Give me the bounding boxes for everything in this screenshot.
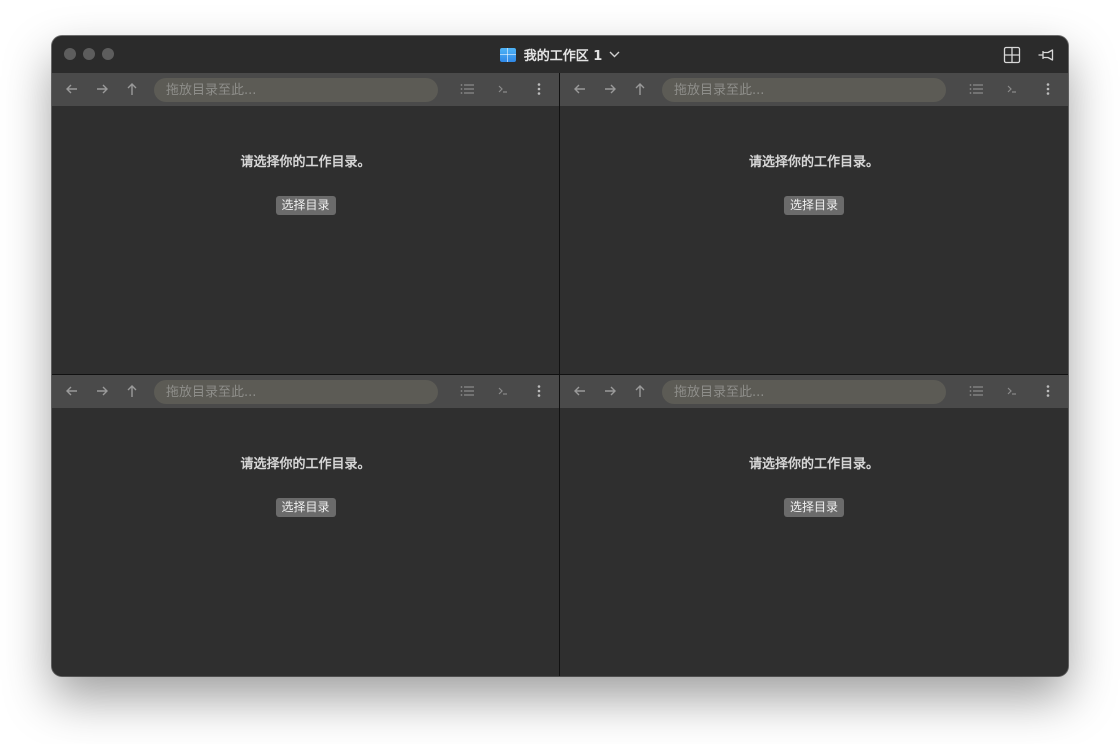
pane-tools — [459, 81, 547, 97]
layout-grid-icon[interactable] — [1002, 45, 1022, 65]
terminal-icon[interactable] — [1004, 81, 1020, 97]
nav-buttons — [64, 81, 140, 97]
zoom-window-button[interactable] — [102, 48, 114, 60]
app-window: 我的工作区 1 拖放目录至此... 请选择你的工作目录。 选择目录 拖放目录至此… — [52, 36, 1068, 676]
arrow-left-icon[interactable] — [64, 383, 80, 399]
more-vertical-icon[interactable] — [531, 81, 547, 97]
terminal-icon[interactable] — [1004, 383, 1020, 399]
arrow-up-icon[interactable] — [632, 81, 648, 97]
list-view-icon[interactable] — [459, 383, 475, 399]
arrow-right-icon[interactable] — [602, 383, 618, 399]
nav-buttons — [64, 383, 140, 399]
nav-buttons — [572, 383, 648, 399]
arrow-right-icon[interactable] — [602, 81, 618, 97]
arrow-up-icon[interactable] — [124, 383, 140, 399]
pane-grid: 请选择你的工作目录。 选择目录 请选择你的工作目录。 选择目录 — [52, 73, 1068, 676]
arrow-left-icon[interactable] — [572, 383, 588, 399]
choose-directory-button[interactable]: 选择目录 — [783, 498, 845, 517]
arrow-up-icon[interactable] — [124, 81, 140, 97]
pane-toolbar — [560, 73, 1068, 106]
path-input[interactable] — [154, 380, 438, 404]
arrow-right-icon[interactable] — [94, 81, 110, 97]
chevron-down-icon[interactable] — [609, 51, 620, 58]
empty-state-message: 请选择你的工作目录。 — [748, 457, 879, 472]
pane-toolbar — [52, 375, 559, 408]
pane-top-right: 请选择你的工作目录。 选择目录 — [560, 73, 1068, 374]
choose-directory-button[interactable]: 选择目录 — [275, 498, 336, 517]
list-view-icon[interactable] — [968, 81, 984, 97]
path-input[interactable] — [154, 78, 438, 102]
terminal-icon[interactable] — [495, 383, 511, 399]
list-view-icon[interactable] — [459, 81, 475, 97]
arrow-left-icon[interactable] — [64, 81, 80, 97]
more-vertical-icon[interactable] — [531, 383, 547, 399]
arrow-up-icon[interactable] — [632, 383, 648, 399]
nav-buttons — [572, 81, 648, 97]
minimize-window-button[interactable] — [83, 48, 95, 60]
workspace-switcher: 我的工作区 1 — [52, 36, 1068, 73]
empty-state-message: 请选择你的工作目录。 — [240, 457, 371, 472]
pane-toolbar — [560, 375, 1068, 408]
choose-directory-button[interactable]: 选择目录 — [783, 196, 845, 215]
pane-bottom-left: 请选择你的工作目录。 选择目录 — [52, 375, 559, 676]
close-window-button[interactable] — [64, 48, 76, 60]
pane-tools — [968, 81, 1056, 97]
arrow-left-icon[interactable] — [572, 81, 588, 97]
list-view-icon[interactable] — [968, 383, 984, 399]
path-input[interactable] — [662, 78, 946, 102]
horizontal-divider[interactable] — [52, 374, 1068, 375]
title-bar: 我的工作区 1 — [52, 36, 1068, 74]
path-input[interactable] — [662, 380, 946, 404]
pane-bottom-right: 请选择你的工作目录。 选择目录 — [560, 375, 1068, 676]
empty-state-message: 请选择你的工作目录。 — [748, 155, 879, 170]
choose-directory-button[interactable]: 选择目录 — [275, 196, 336, 215]
pane-tools — [968, 383, 1056, 399]
window-controls — [64, 48, 114, 60]
empty-state-message: 请选择你的工作目录。 — [240, 155, 371, 170]
pane-toolbar — [52, 73, 559, 106]
workspace-grid-icon — [499, 47, 516, 62]
arrow-right-icon[interactable] — [94, 383, 110, 399]
title-bar-actions — [1002, 45, 1056, 65]
pane-top-left: 请选择你的工作目录。 选择目录 — [52, 73, 559, 374]
pane-tools — [459, 383, 547, 399]
terminal-icon[interactable] — [495, 81, 511, 97]
workspace-title[interactable]: 我的工作区 1 — [524, 45, 603, 64]
more-vertical-icon[interactable] — [1040, 383, 1056, 399]
more-vertical-icon[interactable] — [1040, 81, 1056, 97]
pin-icon[interactable] — [1036, 45, 1056, 65]
